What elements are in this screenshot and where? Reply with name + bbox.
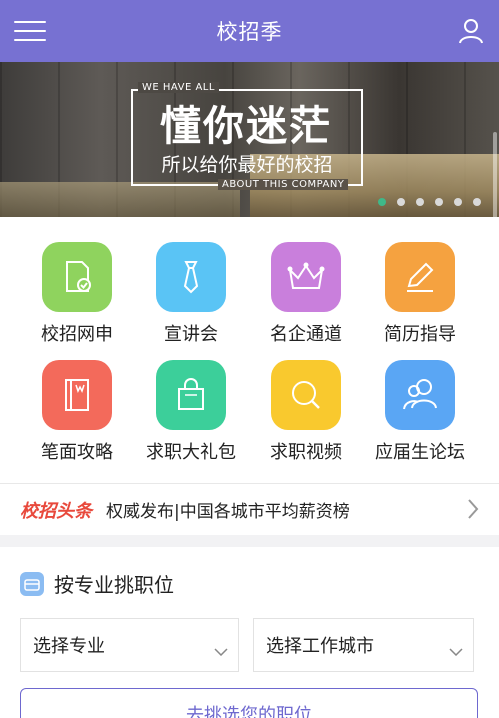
feature-campus-talks[interactable]: 宣讲会 <box>134 242 248 360</box>
shopping-bag-icon <box>156 360 226 430</box>
tie-icon <box>156 242 226 312</box>
app-header: 校招季 <box>0 0 499 62</box>
chevron-down-icon <box>449 641 463 660</box>
carousel-dot[interactable] <box>454 198 462 206</box>
carousel-dot[interactable] <box>416 198 424 206</box>
book-icon <box>42 360 112 430</box>
feature-resume-guide[interactable]: 简历指导 <box>363 242 477 360</box>
carousel-dot[interactable] <box>378 198 386 206</box>
feature-label: 应届生论坛 <box>375 442 465 463</box>
people-icon <box>385 360 455 430</box>
major-select[interactable]: 选择专业 <box>20 618 239 672</box>
chevron-down-icon <box>214 641 228 660</box>
crown-icon <box>271 242 341 312</box>
feature-job-videos[interactable]: 求职视频 <box>249 360 363 478</box>
banner-tagline-bottom: ABOUT THIS COMPANY <box>218 179 349 190</box>
page-title: 校招季 <box>216 20 283 44</box>
banner-headline: 懂你迷茫 <box>160 102 332 150</box>
news-headline: 权威发布|中国各城市平均薪资榜 <box>106 502 350 522</box>
city-select-value: 选择工作城市 <box>266 636 374 657</box>
job-filter-section: 按专业挑职位 选择专业 选择工作城市 去挑选您的职位 <box>0 547 499 718</box>
carousel-dots <box>378 198 481 206</box>
headline-news[interactable]: 校招头条 权威发布|中国各城市平均薪资榜 <box>0 483 499 535</box>
feature-online-application[interactable]: 校招网申 <box>20 242 134 360</box>
feature-label: 名企通道 <box>270 324 342 345</box>
find-jobs-button[interactable]: 去挑选您的职位 <box>20 688 478 718</box>
banner-subline: 所以给你最好的校招 <box>161 154 333 176</box>
briefcase-icon <box>20 571 44 596</box>
hamburger-menu-icon[interactable] <box>14 18 46 44</box>
book-decoration <box>0 182 240 217</box>
search-icon <box>271 360 341 430</box>
scrollbar[interactable] <box>493 132 497 217</box>
chevron-right-icon <box>467 498 479 524</box>
feature-grid: 校招网申 宣讲会 名企通道 简历指导 笔面攻略 求职大礼包 求职视频 应届生论坛 <box>0 217 499 483</box>
feature-label: 宣讲会 <box>164 324 218 345</box>
promo-banner[interactable]: WE HAVE ALL 懂你迷茫 所以给你最好的校招 ABOUT THIS CO… <box>0 62 499 217</box>
news-brand: 校招头条 <box>20 500 92 522</box>
carousel-dot[interactable] <box>435 198 443 206</box>
user-icon[interactable] <box>457 17 485 45</box>
section-header: 按专业挑职位 <box>20 569 174 598</box>
feature-label: 校招网申 <box>41 324 113 345</box>
feature-label: 笔面攻略 <box>41 442 113 463</box>
feature-top-companies[interactable]: 名企通道 <box>249 242 363 360</box>
city-select[interactable]: 选择工作城市 <box>253 618 474 672</box>
feature-label: 简历指导 <box>384 324 456 345</box>
feature-label: 求职视频 <box>270 442 342 463</box>
feature-job-package[interactable]: 求职大礼包 <box>134 360 248 478</box>
feature-exam-strategy[interactable]: 笔面攻略 <box>20 360 134 478</box>
section-title: 按专业挑职位 <box>54 573 174 597</box>
major-select-value: 选择专业 <box>33 636 105 657</box>
document-check-icon <box>42 242 112 312</box>
feature-graduate-forum[interactable]: 应届生论坛 <box>363 360 477 478</box>
pencil-note-icon <box>385 242 455 312</box>
carousel-dot[interactable] <box>397 198 405 206</box>
carousel-dot[interactable] <box>473 198 481 206</box>
feature-label: 求职大礼包 <box>146 442 236 463</box>
